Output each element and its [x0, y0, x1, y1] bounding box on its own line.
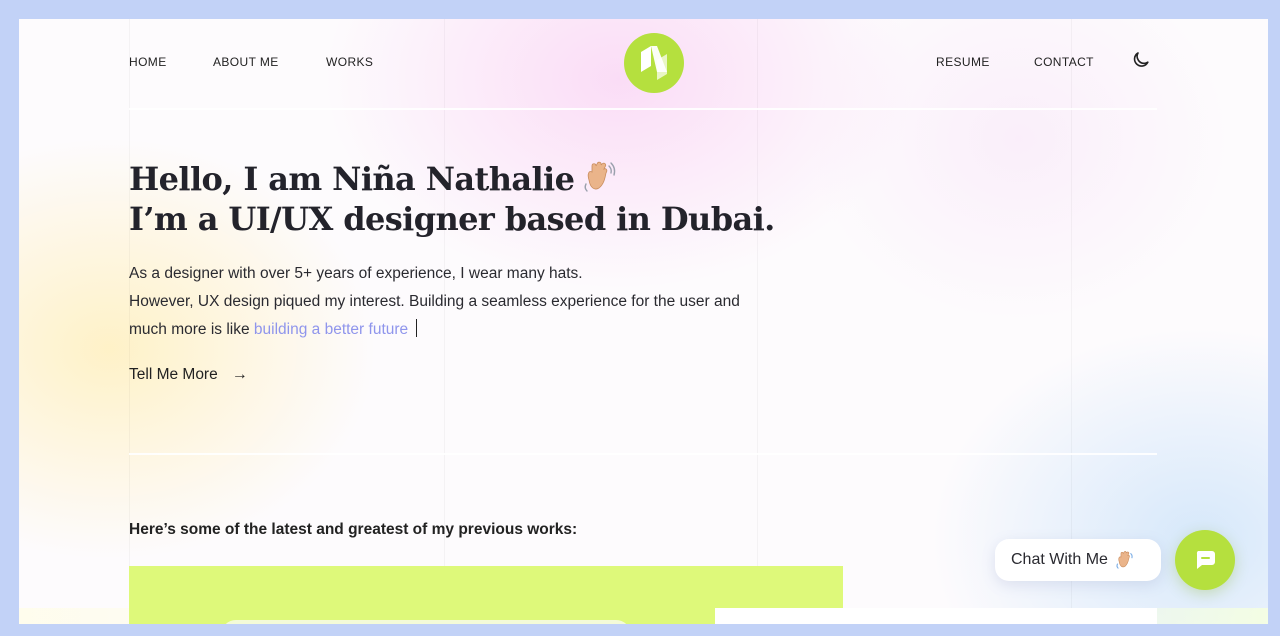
nav-contact[interactable]: CONTACT — [1034, 55, 1094, 69]
intro-line-3: much more is like — [129, 321, 254, 338]
typewriter-highlight: building a better future — [253, 321, 409, 338]
nav-resume[interactable]: RESUME — [936, 55, 990, 69]
text-cursor — [416, 319, 418, 337]
tell-me-more-link[interactable]: Tell Me More → — [129, 366, 248, 384]
header-divider — [129, 108, 1157, 110]
works-heading: Here’s some of the latest and greatest o… — [129, 521, 578, 538]
intro-line-2: However, UX design piqued my interest. B… — [129, 293, 740, 310]
waving-hand-icon — [1114, 550, 1136, 570]
intro-line-1: As a designer with over 5+ years of expe… — [129, 265, 583, 282]
nav-home[interactable]: HOME — [129, 55, 167, 69]
moon-icon[interactable] — [1131, 50, 1151, 70]
chat-button[interactable] — [1175, 530, 1235, 590]
chat-label: Chat With Me — [1011, 551, 1108, 568]
section-divider — [129, 453, 1157, 455]
work-card-pill — [221, 620, 631, 624]
hero-intro: As a designer with over 5+ years of expe… — [129, 260, 849, 344]
tell-me-more-label: Tell Me More — [129, 366, 218, 383]
hero-headline: Hello, I am Niña Nathalie I’m a UI/UX de… — [129, 159, 775, 239]
waving-hand-icon — [580, 160, 618, 194]
hero-line2: I’m a UI/UX designer based in Dubai. — [129, 200, 775, 238]
nav-works[interactable]: WORKS — [326, 55, 373, 69]
arrow-right-icon: → — [231, 366, 248, 383]
nav-about-me[interactable]: ABOUT ME — [213, 55, 279, 69]
chat-with-me-label[interactable]: Chat With Me — [995, 539, 1161, 581]
page-frame: HOME ABOUT ME WORKS RESUME CONTACT Hello… — [19, 19, 1268, 624]
hero-line1: Hello, I am Niña Nathalie — [129, 160, 575, 198]
logo-icon[interactable] — [624, 33, 684, 93]
chat-bubble-icon — [1196, 551, 1215, 569]
work-card-secondary[interactable] — [715, 608, 1157, 624]
